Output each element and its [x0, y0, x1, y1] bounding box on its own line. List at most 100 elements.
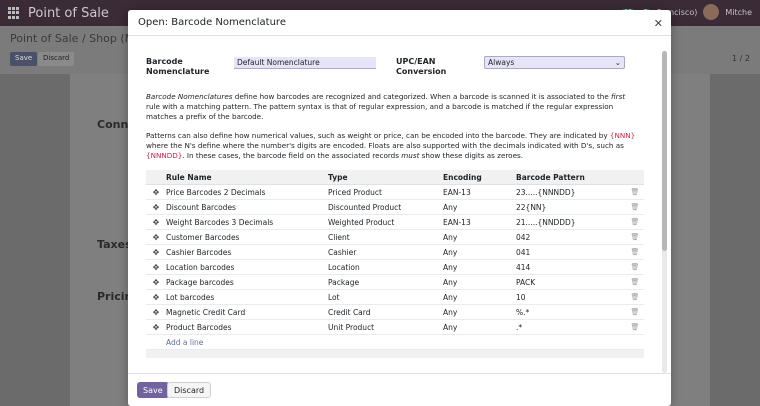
cell-barcode-pattern[interactable]: 042: [516, 233, 626, 242]
trash-icon[interactable]: 🗑: [626, 203, 644, 211]
pager[interactable]: 1 / 2: [732, 54, 750, 63]
table-row[interactable]: ✥ Location barcodes Location Any 414 🗑: [146, 260, 644, 275]
trash-icon[interactable]: 🗑: [626, 233, 644, 241]
cell-rule-name[interactable]: Price Barcodes 2 Decimals: [166, 188, 328, 197]
breadcrumb[interactable]: Point of Sale / Shop (Mit: [10, 32, 141, 45]
cell-rule-name[interactable]: Cashier Barcodes: [166, 248, 328, 257]
scrollbar[interactable]: [662, 51, 667, 373]
cell-rule-name[interactable]: Discount Barcodes: [166, 203, 328, 212]
cell-encoding[interactable]: Any: [443, 278, 516, 287]
header-barcode-pattern[interactable]: Barcode Pattern: [516, 173, 626, 182]
para1-text-a: define how barcodes are recognized and c…: [232, 92, 612, 101]
drag-handle-icon[interactable]: ✥: [146, 203, 166, 212]
cell-type[interactable]: Lot: [328, 293, 443, 302]
header-rule-name[interactable]: Rule Name: [166, 173, 328, 182]
cell-rule-name[interactable]: Magnetic Credit Card: [166, 308, 328, 317]
cell-rule-name[interactable]: Customer Barcodes: [166, 233, 328, 242]
cell-type[interactable]: Priced Product: [328, 188, 443, 197]
para1-em-nomenclatures: Barcode Nomenclatures: [146, 92, 233, 101]
cell-rule-name[interactable]: Location barcodes: [166, 263, 328, 272]
cell-barcode-pattern[interactable]: 21.....{NNDDD}: [516, 218, 626, 227]
para2-text-c: . In these cases, the barcode field on t…: [182, 151, 402, 160]
scrollbar-thumb[interactable]: [662, 51, 667, 251]
table-row[interactable]: ✥ Lot barcodes Lot Any 10 🗑: [146, 290, 644, 305]
cell-barcode-pattern[interactable]: .*: [516, 323, 626, 332]
cell-barcode-pattern[interactable]: PACK: [516, 278, 626, 287]
trash-icon[interactable]: 🗑: [626, 293, 644, 301]
cell-type[interactable]: Cashier: [328, 248, 443, 257]
cell-type[interactable]: Discounted Product: [328, 203, 443, 212]
close-icon[interactable]: ✕: [654, 17, 663, 30]
upc-ean-conversion-select[interactable]: Always ⌄: [484, 56, 625, 69]
trash-icon[interactable]: 🗑: [626, 248, 644, 256]
drag-handle-icon[interactable]: ✥: [146, 248, 166, 257]
para2-text-b: where the N's define where the number's …: [146, 141, 624, 150]
para2-text-a: Patterns can also define how numerical v…: [146, 131, 610, 140]
drag-handle-icon[interactable]: ✥: [146, 278, 166, 287]
trash-icon[interactable]: 🗑: [626, 218, 644, 226]
cell-barcode-pattern[interactable]: 041: [516, 248, 626, 257]
cell-rule-name[interactable]: Package barcodes: [166, 278, 328, 287]
table-row[interactable]: ✥ Weight Barcodes 3 Decimals Weighted Prod…: [146, 215, 644, 230]
trash-icon[interactable]: 🗑: [626, 263, 644, 271]
cell-barcode-pattern[interactable]: 23.....{NNNDD}: [516, 188, 626, 197]
apps-menu-icon[interactable]: [8, 7, 20, 19]
drag-handle-icon[interactable]: ✥: [146, 293, 166, 302]
background-save-button[interactable]: Save: [10, 52, 38, 66]
trash-icon[interactable]: 🗑: [626, 188, 644, 196]
cell-barcode-pattern[interactable]: 414: [516, 263, 626, 272]
cell-encoding[interactable]: Any: [443, 248, 516, 257]
user-avatar[interactable]: [703, 4, 720, 20]
cell-encoding[interactable]: Any: [443, 233, 516, 242]
cell-encoding[interactable]: Any: [443, 323, 516, 332]
dialog-header: Open: Barcode Nomenclature: [128, 10, 671, 36]
cell-barcode-pattern[interactable]: 22{NN}: [516, 203, 626, 212]
dialog-title: Open: Barcode Nomenclature: [138, 17, 286, 28]
cell-encoding[interactable]: Any: [443, 293, 516, 302]
table-row[interactable]: ✥ Price Barcodes 2 Decimals Priced Product…: [146, 185, 644, 200]
trash-icon[interactable]: 🗑: [626, 308, 644, 316]
cell-rule-name[interactable]: Lot barcodes: [166, 293, 328, 302]
cell-encoding[interactable]: Any: [443, 263, 516, 272]
table-row[interactable]: ✥ Customer Barcodes Client Any 042 🗑: [146, 230, 644, 245]
cell-encoding[interactable]: Any: [443, 308, 516, 317]
save-button[interactable]: Save: [137, 382, 169, 398]
drag-handle-icon[interactable]: ✥: [146, 188, 166, 197]
cell-encoding[interactable]: EAN-13: [443, 218, 516, 227]
user-name[interactable]: Mitche: [725, 8, 752, 17]
header-type[interactable]: Type: [328, 173, 443, 182]
table-row[interactable]: ✥ Product Barcodes Unit Product Any .* 🗑: [146, 320, 644, 335]
cell-rule-name[interactable]: Product Barcodes: [166, 323, 328, 332]
cell-type[interactable]: Location: [328, 263, 443, 272]
trash-icon[interactable]: 🗑: [626, 323, 644, 331]
discard-button[interactable]: Discard: [167, 382, 212, 398]
table-row[interactable]: ✥ Discount Barcodes Discounted Product Any 2…: [146, 200, 644, 215]
table-row[interactable]: ✥ Magnetic Credit Card Credit Card Any %.* 🗑: [146, 305, 644, 320]
cell-type[interactable]: Package: [328, 278, 443, 287]
add-a-line-link[interactable]: Add a line: [146, 335, 644, 350]
nomenclature-label-line2: Nomenclature: [146, 67, 210, 76]
app-brand[interactable]: Point of Sale: [28, 6, 109, 21]
cell-barcode-pattern[interactable]: 10: [516, 293, 626, 302]
drag-handle-icon[interactable]: ✥: [146, 218, 166, 227]
drag-handle-icon[interactable]: ✥: [146, 263, 166, 272]
table-row[interactable]: ✥ Cashier Barcodes Cashier Any 041 🗑: [146, 245, 644, 260]
para1-text-b: rule with a matching pattern. The patter…: [146, 102, 614, 121]
cell-type[interactable]: Unit Product: [328, 323, 443, 332]
drag-handle-icon[interactable]: ✥: [146, 323, 166, 332]
background-discard-button[interactable]: Discard: [38, 52, 75, 66]
drag-handle-icon[interactable]: ✥: [146, 233, 166, 242]
cell-encoding[interactable]: EAN-13: [443, 188, 516, 197]
description-paragraph-2: Patterns can also define how numerical v…: [146, 131, 640, 161]
drag-handle-icon[interactable]: ✥: [146, 308, 166, 317]
cell-rule-name[interactable]: Weight Barcodes 3 Decimals: [166, 218, 328, 227]
header-encoding[interactable]: Encoding: [443, 173, 516, 182]
trash-icon[interactable]: 🗑: [626, 278, 644, 286]
table-row[interactable]: ✥ Package barcodes Package Any PACK 🗑: [146, 275, 644, 290]
cell-type[interactable]: Credit Card: [328, 308, 443, 317]
cell-type[interactable]: Weighted Product: [328, 218, 443, 227]
nomenclature-name-input[interactable]: [234, 57, 376, 69]
cell-type[interactable]: Client: [328, 233, 443, 242]
cell-encoding[interactable]: Any: [443, 203, 516, 212]
cell-barcode-pattern[interactable]: %.*: [516, 308, 626, 317]
